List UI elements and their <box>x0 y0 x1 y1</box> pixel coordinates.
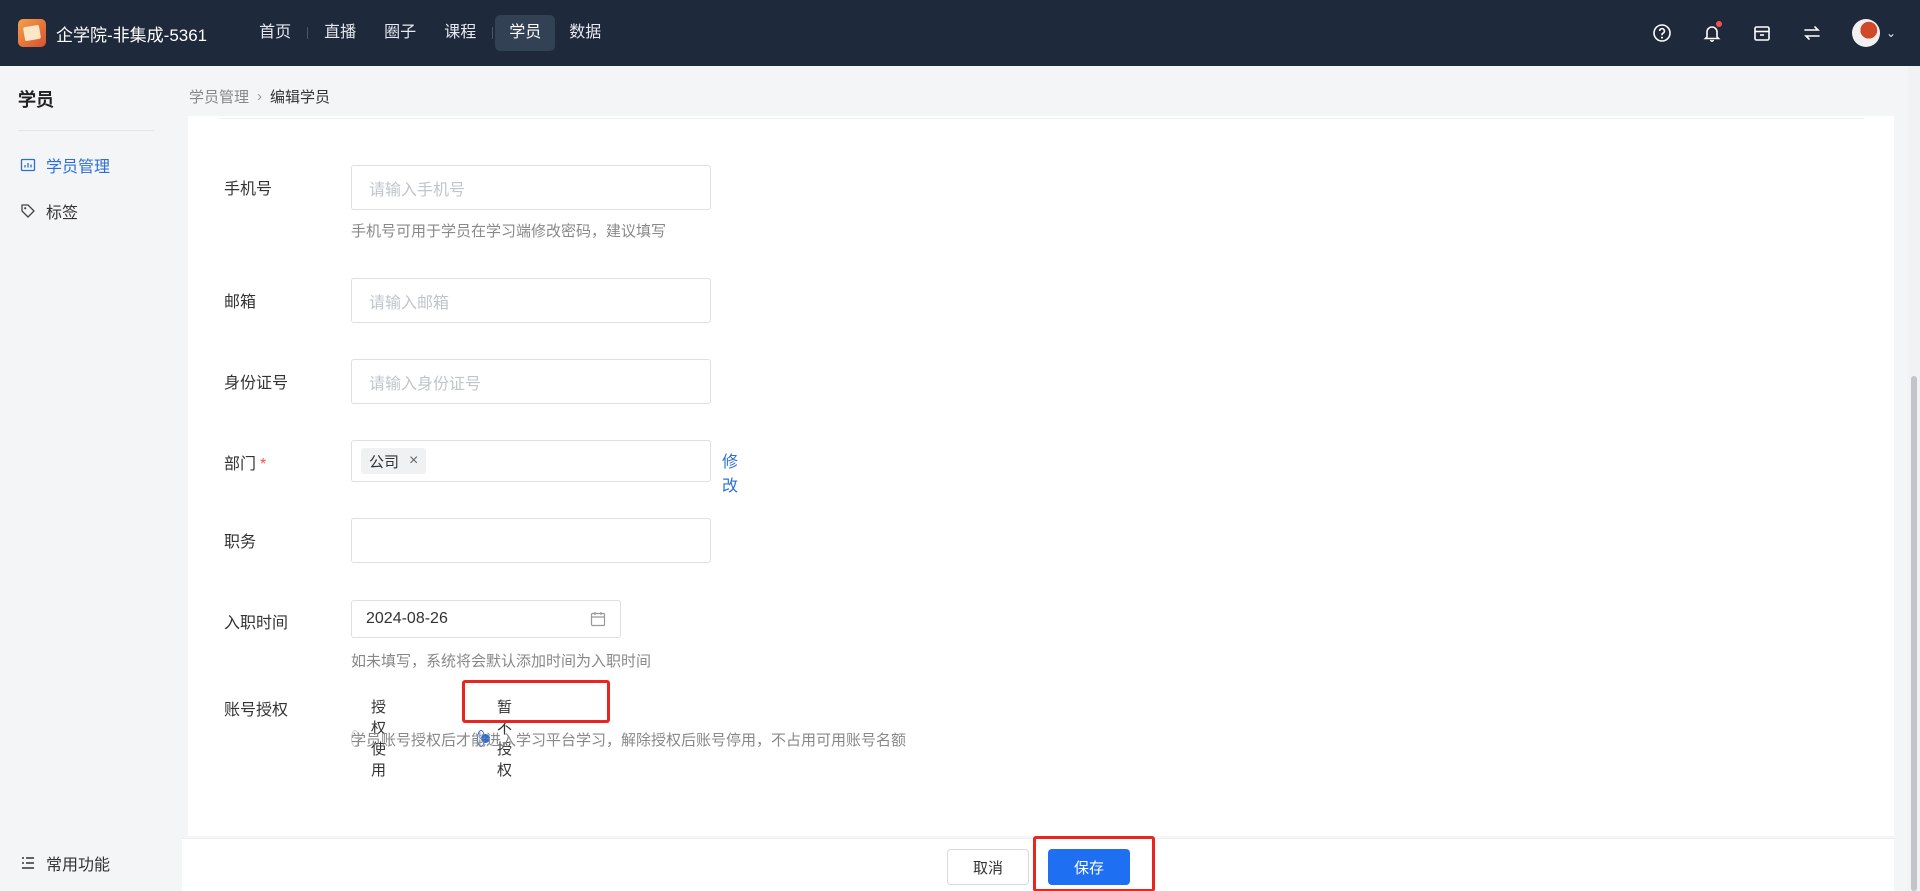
department-tag-label: 公司 <box>369 453 400 471</box>
user-avatar[interactable] <box>1851 19 1880 47</box>
common-functions[interactable]: 常用功能 <box>20 851 110 875</box>
sidebar-title: 学员 <box>18 90 54 110</box>
scrollbar-thumb[interactable] <box>1911 376 1917 891</box>
nav-separator <box>492 27 494 39</box>
notification-dot <box>1715 21 1722 27</box>
nav-home[interactable]: 首页 <box>245 15 305 51</box>
sidebar-item-tags[interactable]: 标签 <box>20 199 170 223</box>
highlight-box <box>462 680 610 723</box>
authorization-hint: 学员账号授权后才能进入学习平台学习，解除授权后账号停用，不占用可用账号名额 <box>351 732 907 749</box>
phone-input[interactable]: 请输入手机号 <box>351 165 711 210</box>
edit-student-form: 手机号 请输入手机号 手机号可用于学员在学习端修改密码，建议填写 邮箱 请输入邮… <box>188 116 1894 836</box>
nav-students[interactable]: 学员 <box>495 15 556 51</box>
sidebar-divider <box>18 130 154 131</box>
email-label: 邮箱 <box>224 294 257 311</box>
department-label: 部门 * <box>224 450 266 474</box>
help-icon[interactable] <box>1650 21 1674 45</box>
position-label: 职务 <box>224 534 257 551</box>
sidebar-item-student-management[interactable]: 学员管理 <box>20 153 170 177</box>
store-icon[interactable] <box>1750 21 1774 45</box>
list-icon <box>22 857 34 869</box>
nav-circle[interactable]: 圈子 <box>370 15 430 51</box>
calendar-icon <box>590 612 606 627</box>
phone-placeholder: 请输入手机号 <box>369 181 466 199</box>
brand-name: 企学院-非集成-5361 <box>56 25 208 45</box>
highlight-box <box>1033 836 1155 891</box>
notification-bell-icon[interactable] <box>1700 21 1724 45</box>
brand[interactable]: 企学院-非集成-5361 <box>18 19 207 47</box>
edit-department-link[interactable]: 修改 <box>722 448 738 496</box>
nav-separator <box>307 27 309 39</box>
email-input[interactable]: 请输入邮箱 <box>351 278 711 323</box>
department-label-text: 部门 <box>224 456 257 473</box>
sidebar: 学员 学员管理 标签 常用功能 <box>0 66 170 891</box>
top-navigation-bar: 企学院-非集成-5361 首页 直播 圈子 课程 学员 数据 ⌄ <box>0 0 1920 66</box>
id-card-label: 身份证号 <box>224 375 289 392</box>
join-date-picker[interactable]: 2024-08-26 <box>351 600 621 638</box>
footer-actions: 取消 保存 <box>182 836 1894 891</box>
vertical-scrollbar[interactable] <box>1908 66 1920 891</box>
nav-courses[interactable]: 课程 <box>430 15 490 51</box>
nav-data[interactable]: 数据 <box>555 15 615 51</box>
join-date-hint: 如未填写，系统将会默认添加时间为入职时间 <box>351 653 652 670</box>
department-select[interactable]: 公司 × <box>351 440 711 482</box>
sidebar-item-label: 学员管理 <box>46 159 111 176</box>
sidebar-item-label: 标签 <box>46 205 79 222</box>
tag-icon <box>21 204 35 218</box>
breadcrumb-current: 编辑学员 <box>270 89 331 106</box>
top-actions: ⌄ <box>1624 0 1896 66</box>
join-date-value: 2024-08-26 <box>366 610 448 627</box>
required-mark: * <box>260 456 267 473</box>
chart-icon <box>20 158 36 172</box>
chevron-down-icon[interactable]: ⌄ <box>1886 26 1896 40</box>
main-nav: 首页 直播 圈子 课程 学员 数据 <box>245 15 615 51</box>
close-icon[interactable]: × <box>409 452 418 470</box>
nav-live[interactable]: 直播 <box>310 15 370 51</box>
email-placeholder: 请输入邮箱 <box>369 294 450 312</box>
brand-logo <box>18 19 46 47</box>
join-date-label: 入职时间 <box>224 615 289 632</box>
phone-hint: 手机号可用于学员在学习端修改密码，建议填写 <box>351 223 667 240</box>
position-input[interactable] <box>351 518 711 563</box>
cancel-button[interactable]: 取消 <box>947 849 1029 885</box>
chevron-right-icon: › <box>257 88 263 105</box>
breadcrumb: 学员管理 › 编辑学员 <box>189 86 330 107</box>
divider <box>218 118 1864 119</box>
id-card-input[interactable]: 请输入身份证号 <box>351 359 711 404</box>
breadcrumb-parent[interactable]: 学员管理 <box>189 86 249 107</box>
authorization-label: 账号授权 <box>224 702 289 719</box>
switch-icon[interactable] <box>1800 21 1824 45</box>
department-tag: 公司 × <box>361 448 427 474</box>
phone-label: 手机号 <box>224 181 273 198</box>
id-card-placeholder: 请输入身份证号 <box>369 375 482 393</box>
common-functions-label: 常用功能 <box>46 857 111 874</box>
